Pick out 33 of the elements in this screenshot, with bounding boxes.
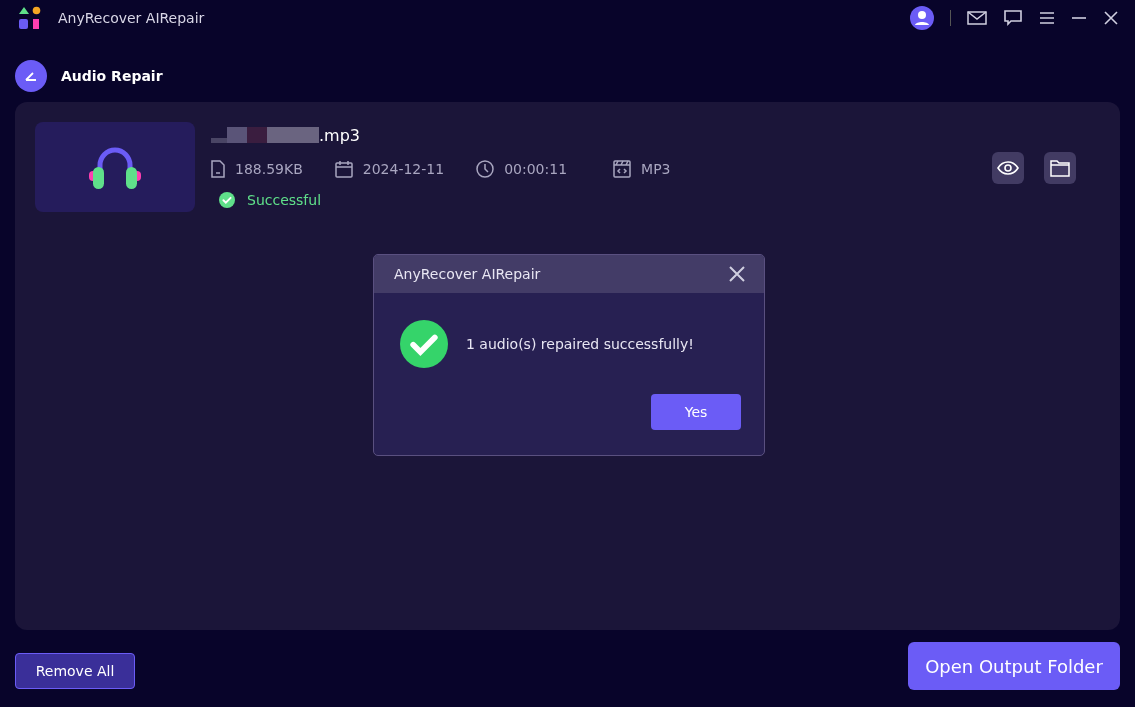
yes-button[interactable]: Yes — [651, 394, 741, 430]
app-logo-icon — [18, 6, 42, 30]
window-title: AnyRecover AIRepair — [58, 10, 206, 26]
dialog-message: 1 audio(s) repaired successfully! — [466, 336, 694, 352]
video-file-icon — [613, 160, 632, 178]
status-text: Successful — [247, 192, 322, 208]
file-date: 2024-12-11 — [362, 161, 445, 177]
open-folder-button[interactable] — [1044, 152, 1076, 184]
user-avatar-icon[interactable] — [910, 6, 934, 30]
folder-icon — [1050, 159, 1070, 177]
remove-all-button[interactable]: Remove All — [15, 653, 135, 689]
back-button[interactable] — [15, 60, 47, 92]
success-check-icon — [219, 192, 235, 208]
headphones-icon — [87, 145, 143, 189]
file-format: MP3 — [641, 161, 671, 177]
clock-icon — [476, 160, 495, 178]
preview-button[interactable] — [992, 152, 1024, 184]
mail-icon[interactable] — [967, 10, 987, 26]
menu-icon[interactable] — [1039, 11, 1055, 25]
close-icon[interactable] — [728, 265, 746, 283]
open-output-folder-button[interactable]: Open Output Folder — [908, 642, 1120, 690]
close-icon[interactable] — [1103, 10, 1119, 26]
chat-icon[interactable] — [1003, 9, 1023, 27]
back-arrow-icon — [24, 71, 38, 81]
file-size: 188.59KB — [235, 161, 303, 177]
eye-icon — [997, 161, 1019, 175]
calendar-icon — [334, 160, 353, 178]
file-duration: 00:00:11 — [504, 161, 568, 177]
dialog-title: AnyRecover AIRepair — [394, 266, 541, 282]
document-icon — [211, 160, 225, 178]
page-title: Audio Repair — [61, 68, 163, 84]
file-name: .mp3 — [319, 125, 360, 145]
success-check-icon — [400, 320, 448, 368]
